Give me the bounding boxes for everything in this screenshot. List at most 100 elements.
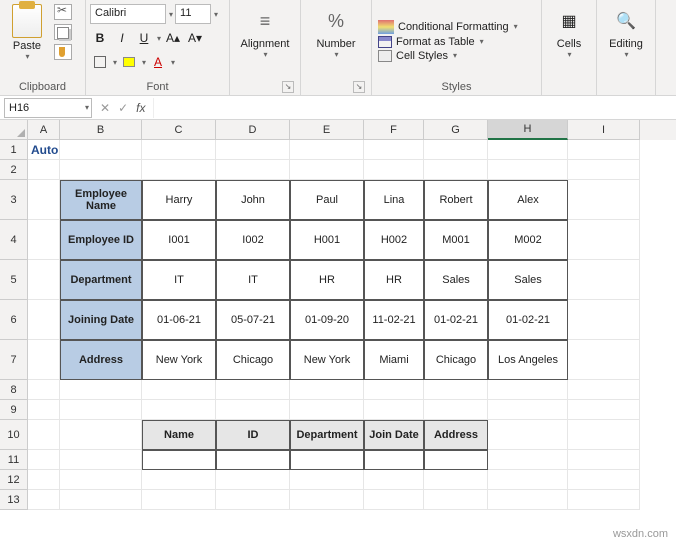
conditional-formatting-button[interactable]: Conditional Formatting ▾ — [378, 20, 518, 34]
row-header-9[interactable]: 9 — [0, 400, 28, 420]
number-button[interactable]: % Number ▾ — [305, 2, 367, 63]
table2-cell-addr[interactable] — [424, 450, 488, 470]
worksheet-grid[interactable]: A B C D E F G H I 1 Auto Populate Cells … — [0, 120, 676, 530]
chevron-down-icon[interactable]: ▾ — [171, 58, 175, 67]
conditional-formatting-icon — [378, 20, 394, 34]
group-number: % Number ▾ ↘ — [301, 0, 372, 95]
col-header-h[interactable]: H — [488, 120, 568, 140]
row-header-3[interactable]: 3 — [0, 180, 28, 220]
table2-header-dept[interactable]: Department — [290, 420, 364, 450]
chevron-down-icon[interactable]: ▾ — [214, 10, 218, 19]
alignment-icon: ≡ — [251, 6, 279, 36]
table-icon — [378, 36, 392, 48]
enter-icon[interactable]: ✓ — [118, 101, 128, 115]
cell-a1[interactable]: Auto Populate Cells In Excel Based On An… — [28, 140, 60, 160]
chevron-down-icon: ▾ — [263, 50, 267, 59]
chevron-down-icon[interactable]: ▾ — [157, 34, 161, 43]
clipboard-icon — [12, 4, 42, 38]
paste-button[interactable]: Paste ▾ — [4, 2, 50, 61]
group-font: Calibri ▾ 11 ▾ B I U ▾ A▴ A▾ ▾ ▾ A ▾ — [86, 0, 230, 95]
cell-styles-button[interactable]: Cell Styles ▾ — [378, 50, 457, 62]
fx-icon[interactable]: fx — [136, 101, 145, 115]
group-label-font: Font — [90, 79, 225, 95]
format-painter-button[interactable] — [54, 44, 72, 60]
chevron-down-icon: ▾ — [567, 50, 571, 59]
chevron-down-icon[interactable]: ▾ — [169, 10, 173, 19]
chevron-down-icon: ▾ — [334, 50, 338, 59]
bold-button[interactable]: B — [90, 28, 110, 48]
editing-button[interactable]: 🔍 Editing ▾ — [601, 2, 651, 63]
col-header-c[interactable]: C — [142, 120, 216, 140]
row-header-12[interactable]: 12 — [0, 470, 28, 490]
table2-header-join[interactable]: Join Date — [364, 420, 424, 450]
col-header-i[interactable]: I — [568, 120, 640, 140]
group-clipboard: Paste ▾ Clipboard — [0, 0, 86, 95]
find-icon: 🔍 — [612, 6, 640, 36]
table2-cell-join[interactable] — [364, 450, 424, 470]
group-styles: Conditional Formatting ▾ Format as Table… — [372, 0, 542, 95]
col-header-e[interactable]: E — [290, 120, 364, 140]
formula-bar-input[interactable] — [153, 98, 676, 118]
font-name-select[interactable]: Calibri — [90, 4, 166, 24]
dialog-launcher-icon[interactable]: ↘ — [282, 81, 294, 93]
table2-cell-name[interactable] — [142, 450, 216, 470]
chevron-down-icon: ▾ — [514, 22, 518, 31]
table1-header-name[interactable]: Employee Name — [60, 180, 142, 220]
chevron-down-icon[interactable]: ▾ — [113, 58, 117, 67]
table2-header-name[interactable]: Name — [142, 420, 216, 450]
chevron-down-icon[interactable]: ▾ — [85, 103, 89, 112]
row-header-11[interactable]: 11 — [0, 450, 28, 470]
dialog-launcher-icon[interactable]: ↘ — [353, 81, 365, 93]
table1-header-dept[interactable]: Department — [60, 260, 142, 300]
table1-name-5[interactable]: Alex — [488, 180, 568, 220]
row-header-13[interactable]: 13 — [0, 490, 28, 510]
cut-button[interactable] — [54, 4, 72, 20]
font-size-select[interactable]: 11 — [175, 4, 211, 24]
table2-header-addr[interactable]: Address — [424, 420, 488, 450]
row-header-2[interactable]: 2 — [0, 160, 28, 180]
cells-button[interactable]: ▦ Cells ▾ — [546, 2, 592, 63]
table2-cell-id[interactable] — [216, 450, 290, 470]
chevron-down-icon[interactable]: ▾ — [142, 58, 146, 67]
col-header-a[interactable]: A — [28, 120, 60, 140]
underline-button[interactable]: U — [134, 28, 154, 48]
row-header-1[interactable]: 1 — [0, 140, 28, 160]
formula-bar-row: H16 ▾ ✕ ✓ fx — [0, 96, 676, 120]
select-all-triangle[interactable] — [0, 120, 28, 140]
table1-name-1[interactable]: John — [216, 180, 290, 220]
col-header-b[interactable]: B — [60, 120, 142, 140]
alignment-button[interactable]: ≡ Alignment ▾ — [234, 2, 296, 63]
col-header-g[interactable]: G — [424, 120, 488, 140]
percent-icon: % — [322, 6, 350, 36]
row-header-4[interactable]: 4 — [0, 220, 28, 260]
row-header-8[interactable]: 8 — [0, 380, 28, 400]
watermark: wsxdn.com — [613, 528, 668, 540]
row-header-7[interactable]: 7 — [0, 340, 28, 380]
table1-name-0[interactable]: Harry — [142, 180, 216, 220]
table2-cell-dept[interactable] — [290, 450, 364, 470]
cancel-icon[interactable]: ✕ — [100, 101, 110, 115]
italic-button[interactable]: I — [112, 28, 132, 48]
group-label-styles: Styles — [376, 79, 537, 95]
table1-name-2[interactable]: Paul — [290, 180, 364, 220]
table1-header-address[interactable]: Address — [60, 340, 142, 380]
table1-header-joining[interactable]: Joining Date — [60, 300, 142, 340]
col-header-f[interactable]: F — [364, 120, 424, 140]
table1-header-id[interactable]: Employee ID — [60, 220, 142, 260]
borders-button[interactable] — [90, 52, 110, 72]
shrink-font-button[interactable]: A▾ — [185, 28, 205, 48]
font-color-button[interactable]: A — [148, 52, 168, 72]
format-as-table-button[interactable]: Format as Table ▾ — [378, 36, 484, 48]
copy-button[interactable] — [54, 24, 72, 40]
row-header-10[interactable]: 10 — [0, 420, 28, 450]
table1-name-4[interactable]: Robert — [424, 180, 488, 220]
col-header-d[interactable]: D — [216, 120, 290, 140]
name-box[interactable]: H16 ▾ — [4, 98, 92, 118]
row-header-6[interactable]: 6 — [0, 300, 28, 340]
group-label-clipboard: Clipboard — [4, 79, 81, 95]
fill-color-button[interactable] — [119, 52, 139, 72]
row-header-5[interactable]: 5 — [0, 260, 28, 300]
table1-name-3[interactable]: Lina — [364, 180, 424, 220]
table2-header-id[interactable]: ID — [216, 420, 290, 450]
grow-font-button[interactable]: A▴ — [163, 28, 183, 48]
